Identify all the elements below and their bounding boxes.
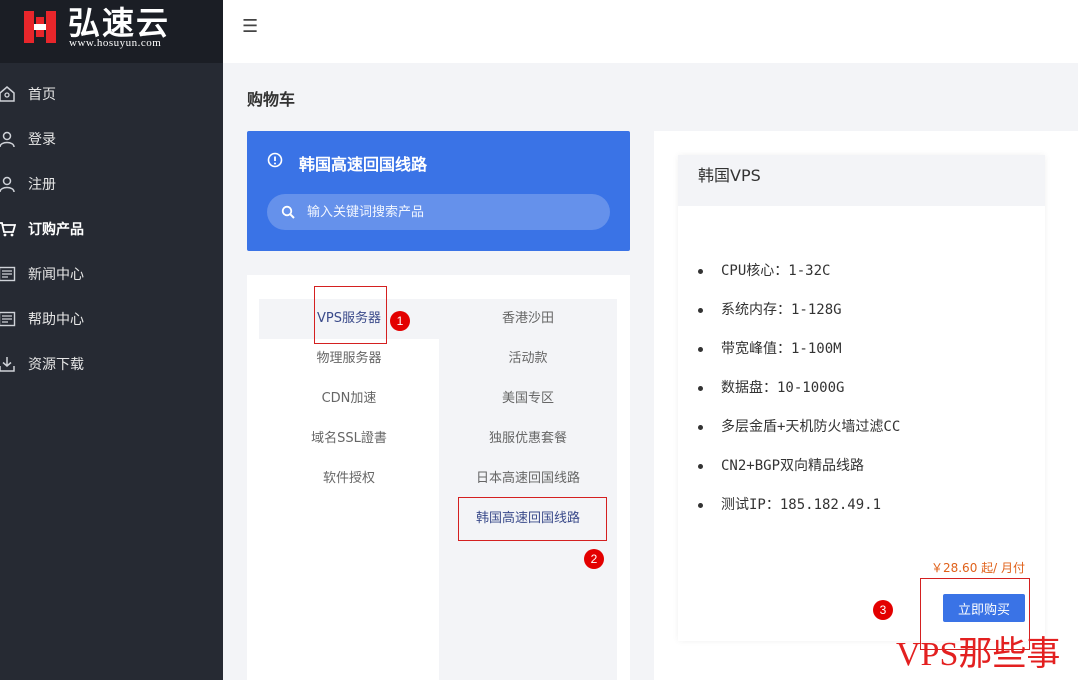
sidebar-item-news[interactable]: 新闻中心 — [0, 251, 223, 296]
sidebar-item-label: 登录 — [28, 131, 56, 148]
sidebar-item-help[interactable]: 帮助中心 — [0, 296, 223, 341]
brand-logo[interactable]: 弘速云 www.hosuyun.com — [0, 0, 223, 63]
sidebar-nav: 首页 登录 注册 订购产品 新闻中心 帮助中心 资源下载 — [0, 71, 223, 386]
home-icon — [0, 85, 15, 102]
watermark-text: VPS那些事 — [896, 636, 1061, 673]
page-title: 购物车 — [247, 90, 296, 109]
sidebar-item-login[interactable]: 登录 — [0, 116, 223, 161]
menu-toggle-icon[interactable]: ☰ — [242, 18, 260, 36]
sidebar-item-label: 订购产品 — [28, 221, 84, 238]
category-card: 香港沙田 活动款 美国专区 独服优惠套餐 日本高速回国线路 韩国高速回国线路 V… — [247, 275, 630, 680]
annotation-badge: 2 — [584, 549, 604, 569]
category-item[interactable]: CDN加速 — [259, 379, 439, 419]
spec-list: CPU核心：1-32C 系统内存：1-128G 带宽峰值：1-100M 数据盘：… — [698, 255, 900, 528]
search-box — [267, 194, 610, 230]
search-card: 韩国高速回国线路 — [247, 131, 630, 251]
sidebar-item-register[interactable]: 注册 — [0, 161, 223, 206]
spec-item: 系统内存：1-128G — [698, 294, 900, 333]
sidebar-item-label: 注册 — [28, 176, 56, 193]
category-item[interactable]: 软件授权 — [259, 459, 439, 499]
spec-item: CPU核心：1-32C — [698, 255, 900, 294]
list-icon — [0, 311, 16, 326]
category-sub-column: 香港沙田 活动款 美国专区 独服优惠套餐 日本高速回国线路 韩国高速回国线路 — [439, 299, 617, 680]
category-item[interactable]: 日本高速回国线路 — [439, 459, 617, 499]
sidebar-item-order-products[interactable]: 订购产品 — [0, 206, 223, 251]
spec-item: CN2+BGP双向精品线路 — [698, 450, 900, 489]
brand-domain: www.hosuyun.com — [69, 37, 162, 49]
list-icon — [0, 266, 16, 281]
logo-mark-icon — [24, 11, 56, 43]
product-card: 韩国VPS CPU核心：1-32C 系统内存：1-128G 带宽峰值：1-100… — [678, 155, 1045, 641]
sidebar-item-label: 首页 — [28, 86, 56, 103]
spec-item: 带宽峰值：1-100M — [698, 333, 900, 372]
sidebar-item-label: 新闻中心 — [28, 266, 84, 283]
annotation-badge: 3 — [873, 600, 893, 620]
sidebar-item-downloads[interactable]: 资源下载 — [0, 341, 223, 386]
sidebar-item-label: 资源下载 — [28, 356, 84, 373]
sidebar: 弘速云 www.hosuyun.com 首页 登录 注册 订购产品 新闻中心 帮… — [0, 0, 223, 680]
category-item[interactable]: 美国专区 — [439, 379, 617, 419]
sidebar-item-label: 帮助中心 — [28, 311, 84, 328]
product-name: 韩国VPS — [678, 155, 1045, 206]
top-header: ☰ — [223, 0, 1078, 63]
info-circle-icon — [267, 152, 283, 168]
sidebar-item-home[interactable]: 首页 — [0, 71, 223, 116]
category-item[interactable]: 物理服务器 — [259, 339, 439, 379]
spec-item: 多层金盾+天机防火墙过滤CC — [698, 411, 900, 450]
download-icon — [0, 356, 15, 372]
spec-item: 测试IP：185.182.49.1 — [698, 489, 900, 528]
user-icon — [0, 131, 15, 147]
annotation-badge: 1 — [390, 311, 410, 331]
cart-icon — [0, 221, 16, 236]
annotation-box — [314, 286, 387, 344]
search-card-title: 韩国高速回国线路 — [299, 155, 428, 174]
search-icon — [281, 205, 295, 219]
user-icon — [0, 176, 15, 192]
price-label: ￥28.60 起/ 月付 — [930, 561, 1025, 575]
category-item[interactable]: 活动款 — [439, 339, 617, 379]
category-item[interactable]: 独服优惠套餐 — [439, 419, 617, 459]
search-input[interactable] — [307, 194, 597, 230]
annotation-box — [458, 497, 607, 541]
spec-item: 数据盘：10-1000G — [698, 372, 900, 411]
category-item[interactable]: 域名SSL證書 — [259, 419, 439, 459]
category-item[interactable]: 香港沙田 — [439, 299, 617, 339]
